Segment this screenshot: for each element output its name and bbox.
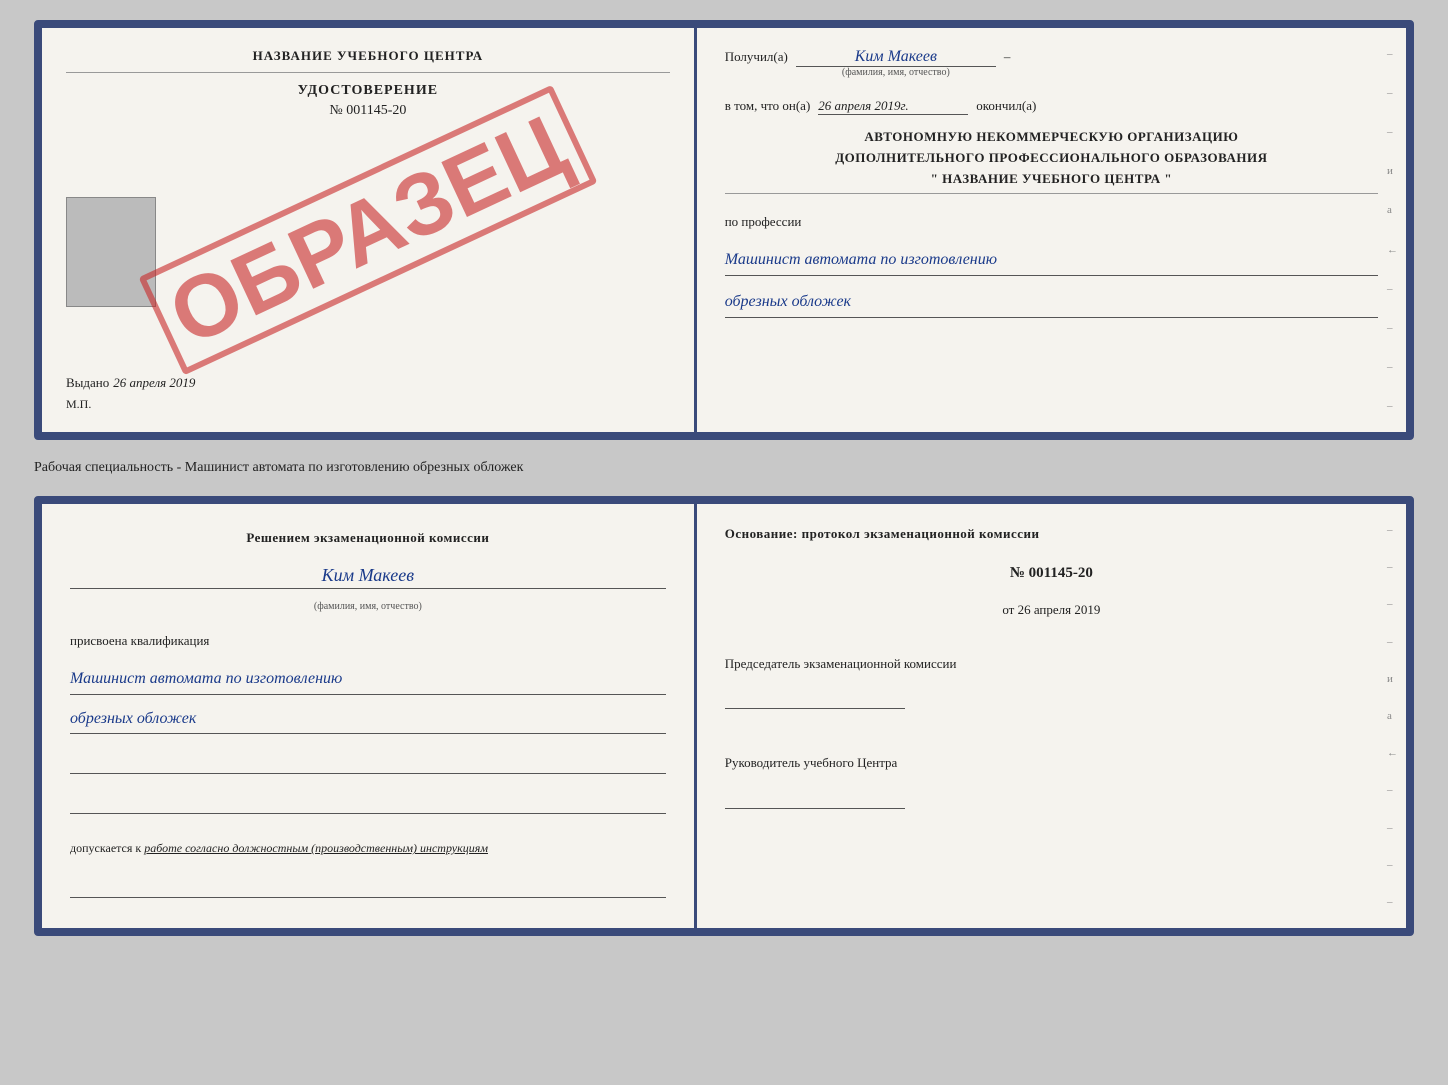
received-name: Ким Макеев	[796, 48, 996, 67]
date-line: в том, что он(а) 26 апреля 2019г. окончи…	[725, 98, 1378, 115]
cert-center: УДОСТОВЕРЕНИЕ № 001145-20	[66, 83, 670, 125]
mp-label: М.П.	[66, 397, 670, 412]
top-right-panel: Получил(а) Ким Макеев (фамилия, имя, отч…	[697, 28, 1406, 432]
admission-text: допускается к работе согласно должностны…	[70, 841, 666, 856]
decision-text: Решением экзаменационной комиссии	[70, 528, 666, 548]
director-signature-line	[725, 789, 905, 809]
cert-number: № 001145-20	[329, 103, 406, 119]
date-value: 26 апреля 2019г.	[818, 98, 968, 115]
chairman-block: Председатель экзаменационной комиссии	[725, 654, 1378, 730]
org-line1: АВТОНОМНУЮ НЕКОММЕРЧЕСКУЮ ОРГАНИЗАЦИЮ	[725, 127, 1378, 148]
issued-row: Выдано 26 апреля 2019	[66, 375, 670, 391]
person-name-large: Ким Макеев	[70, 565, 666, 589]
received-line: Получил(а) Ким Макеев (фамилия, имя, отч…	[725, 48, 1378, 78]
top-left-panel: НАЗВАНИЕ УЧЕБНОГО ЦЕНТРА УДОСТОВЕРЕНИЕ №…	[42, 28, 697, 432]
blank-line2	[70, 790, 666, 814]
right-edge-dashes: – – – и а ← – – – –	[1387, 48, 1398, 412]
profession-value1: Машинист автомата по изготовлению	[725, 246, 1378, 276]
date-value-bottom: 26 апреля 2019	[1018, 602, 1101, 617]
cert-label: УДОСТОВЕРЕНИЕ	[298, 83, 438, 99]
qualification-value2: обрезных обложек	[70, 705, 666, 735]
qualification-value1: Машинист автомата по изготовлению	[70, 665, 666, 695]
bottom-left-panel: Решением экзаменационной комиссии Ким Ма…	[42, 504, 697, 928]
finished-suffix: окончил(а)	[976, 98, 1036, 114]
chairman-title: Председатель экзаменационной комиссии	[725, 654, 1378, 674]
admission-prefix: допускается к	[70, 841, 141, 855]
bottom-right-panel: Основание: протокол экзаменационной коми…	[697, 504, 1406, 928]
org-line3: " НАЗВАНИЕ УЧЕБНОГО ЦЕНТРА "	[725, 169, 1378, 190]
profession-label: по профессии	[725, 214, 1378, 230]
org-line2: ДОПОЛНИТЕЛЬНОГО ПРОФЕССИОНАЛЬНОГО ОБРАЗО…	[725, 148, 1378, 169]
protocol-date: от 26 апреля 2019	[725, 602, 1378, 618]
director-block: Руководитель учебного Центра	[725, 753, 1378, 829]
photo-placeholder	[66, 197, 156, 307]
protocol-number: № 001145-20	[725, 565, 1378, 582]
top-document-pair: НАЗВАНИЕ УЧЕБНОГО ЦЕНТРА УДОСТОВЕРЕНИЕ №…	[34, 20, 1414, 440]
school-name-top: НАЗВАНИЕ УЧЕБНОГО ЦЕНТРА	[66, 48, 670, 73]
blank-line3	[70, 874, 666, 898]
qualification-label: присвоена квалификация	[70, 633, 666, 649]
separator-label: Рабочая специальность - Машинист автомат…	[34, 456, 1414, 480]
org-block: АВТОНОМНУЮ НЕКОММЕРЧЕСКУЮ ОРГАНИЗАЦИЮ ДО…	[725, 127, 1378, 194]
director-title: Руководитель учебного Центра	[725, 753, 1378, 773]
fio-sub: (фамилия, имя, отчество)	[70, 601, 666, 612]
date-prefix-bottom: от	[1002, 602, 1014, 617]
left-photo-cert: УДОСТОВЕРЕНИЕ № 001145-20	[66, 83, 670, 375]
issued-date: 26 апреля 2019	[113, 375, 195, 391]
issued-prefix: Выдано	[66, 375, 109, 391]
received-prefix: Получил(а)	[725, 49, 788, 65]
dash1: –	[1004, 49, 1011, 65]
bottom-document-pair: Решением экзаменационной комиссии Ким Ма…	[34, 496, 1414, 936]
profession-value2: обрезных обложек	[725, 288, 1378, 318]
admission-italic: работе согласно должностным (производств…	[144, 841, 488, 855]
received-subtext: (фамилия, имя, отчество)	[842, 67, 950, 78]
right-edge-dashes-bottom: – – – – и а ← – – – –	[1387, 524, 1398, 908]
blank-line1	[70, 750, 666, 774]
basis-text: Основание: протокол экзаменационной коми…	[725, 524, 1378, 545]
chairman-signature-line	[725, 689, 905, 709]
date-prefix: в том, что он(а)	[725, 98, 811, 114]
